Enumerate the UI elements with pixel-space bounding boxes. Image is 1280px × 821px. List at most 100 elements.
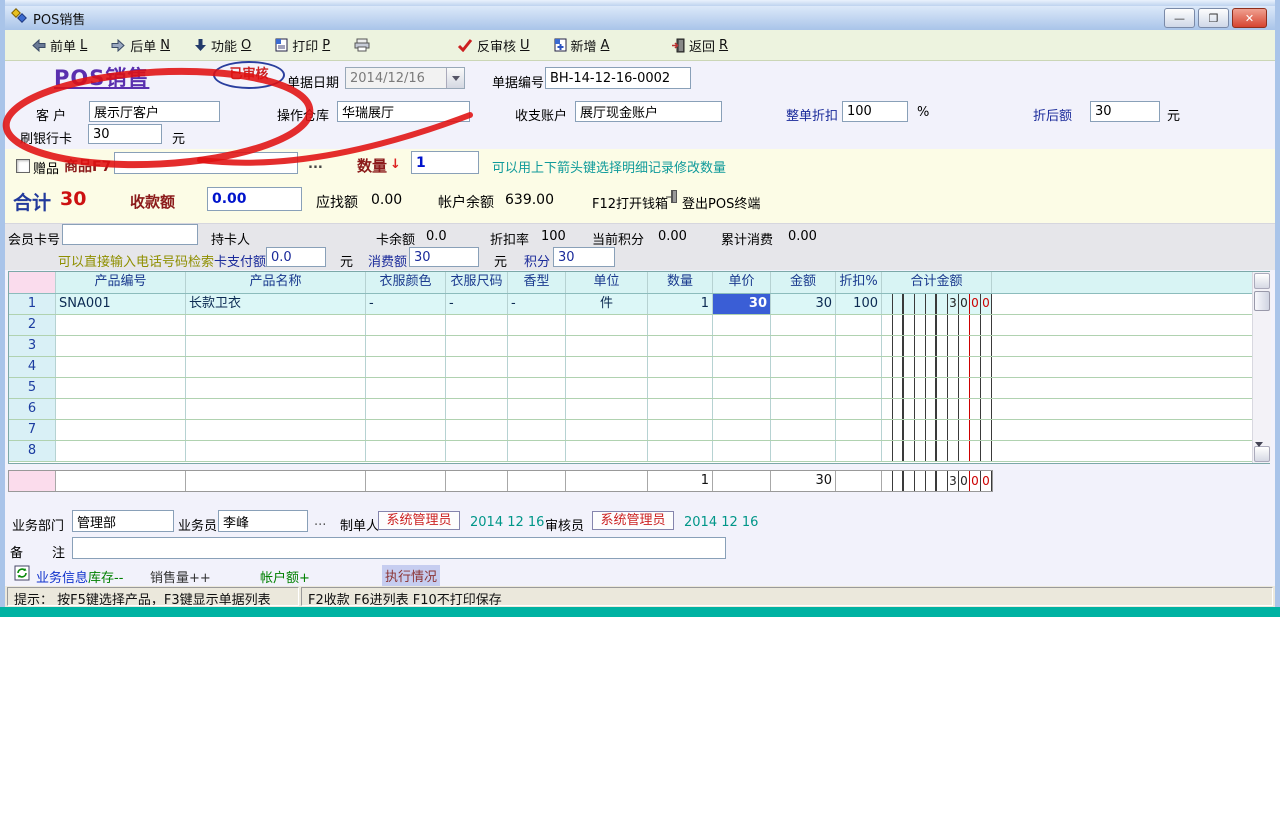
column-header-discount[interactable]: 折扣% [836, 272, 882, 293]
cell-no[interactable]: 5 [9, 378, 56, 398]
cell-color[interactable] [366, 441, 446, 461]
column-header-no[interactable] [9, 272, 56, 293]
scroll-thumb[interactable] [1254, 291, 1270, 311]
cell-price[interactable] [713, 378, 771, 398]
prev-doc-button[interactable]: 前单L [27, 33, 91, 58]
cell-name[interactable] [186, 357, 366, 377]
cell-color[interactable]: - [366, 294, 446, 314]
cell-discount[interactable] [836, 420, 882, 440]
table-row[interactable]: 5 [9, 378, 1269, 399]
received-input[interactable] [207, 187, 302, 211]
cell-scent[interactable] [508, 420, 566, 440]
qty-input[interactable] [411, 151, 479, 174]
cell-name[interactable] [186, 378, 366, 398]
column-header-scent[interactable]: 香型 [508, 272, 566, 293]
cell-scent[interactable] [508, 378, 566, 398]
cell-size[interactable] [446, 441, 508, 461]
cell-name[interactable] [186, 420, 366, 440]
cell-price[interactable] [713, 420, 771, 440]
account-input[interactable] [575, 101, 722, 122]
cell-color[interactable] [366, 315, 446, 335]
table-row[interactable]: 6 [9, 399, 1269, 420]
cell-amount[interactable] [771, 441, 836, 461]
cell-scent[interactable] [508, 441, 566, 461]
column-header-price[interactable]: 单价 [713, 272, 771, 293]
close-button[interactable]: ✕ [1232, 8, 1267, 28]
points-input[interactable] [553, 247, 615, 267]
cell-size[interactable] [446, 378, 508, 398]
cell-no[interactable]: 1 [9, 294, 56, 314]
cell-size[interactable]: - [446, 294, 508, 314]
column-header-unit[interactable]: 单位 [566, 272, 648, 293]
cell-code[interactable]: SNA001 [56, 294, 186, 314]
cell-price[interactable] [713, 357, 771, 377]
cell-qty[interactable] [648, 378, 713, 398]
cell-name[interactable]: 长款卫衣 [186, 294, 366, 314]
discounted-input[interactable] [1090, 101, 1160, 122]
cell-qty[interactable] [648, 315, 713, 335]
scroll-down-button[interactable] [1254, 446, 1270, 462]
cell-unit[interactable] [566, 420, 648, 440]
cell-size[interactable] [446, 336, 508, 356]
cell-no[interactable]: 4 [9, 357, 56, 377]
cell-qty[interactable]: 1 [648, 294, 713, 314]
sales-volume-link[interactable]: 销售量++ [150, 567, 211, 586]
cell-unit[interactable]: 件 [566, 294, 648, 314]
cell-amount[interactable] [771, 336, 836, 356]
cell-qty[interactable] [648, 420, 713, 440]
cell-code[interactable] [56, 357, 186, 377]
cell-scent[interactable] [508, 336, 566, 356]
table-row[interactable]: 7 [9, 420, 1269, 441]
doc-no-input[interactable] [545, 67, 691, 89]
execution-status-link[interactable]: 执行情况 [382, 565, 440, 586]
cell-color[interactable] [366, 420, 446, 440]
cell-color[interactable] [366, 357, 446, 377]
column-header-code[interactable]: 产品编号 [56, 272, 186, 293]
cell-amount[interactable] [771, 315, 836, 335]
cell-size[interactable] [446, 399, 508, 419]
cell-discount[interactable] [836, 357, 882, 377]
cell-size[interactable] [446, 357, 508, 377]
cell-code[interactable] [56, 441, 186, 461]
customer-input[interactable] [89, 101, 220, 122]
cell-price[interactable] [713, 399, 771, 419]
window-titlebar[interactable]: POS销售 — ❐ ✕ [5, 6, 1275, 30]
order-discount-input[interactable] [842, 101, 908, 122]
member-card-input[interactable] [62, 224, 198, 245]
return-button[interactable]: 返回R [667, 33, 732, 58]
cell-unit[interactable] [566, 378, 648, 398]
table-row[interactable]: 3 [9, 336, 1269, 357]
logout-pos-link[interactable]: 登出POS终端 [682, 193, 760, 212]
cell-scent[interactable]: - [508, 294, 566, 314]
gift-checkbox[interactable] [16, 159, 30, 173]
minimize-button[interactable]: — [1164, 8, 1195, 28]
card-pay-input[interactable] [266, 247, 326, 267]
account-amount-link[interactable]: 帐户额+ [260, 567, 310, 586]
cell-no[interactable]: 6 [9, 399, 56, 419]
column-header-name[interactable]: 产品名称 [186, 272, 366, 293]
cell-price[interactable] [713, 441, 771, 461]
column-header-total[interactable]: 合计金额 [882, 272, 992, 293]
cell-name[interactable] [186, 441, 366, 461]
cell-unit[interactable] [566, 399, 648, 419]
table-row[interactable]: 4 [9, 357, 1269, 378]
cell-amount[interactable] [771, 357, 836, 377]
cell-qty[interactable] [648, 399, 713, 419]
cell-discount[interactable] [836, 378, 882, 398]
doc-date-picker[interactable]: 2014/12/16 [345, 67, 465, 89]
column-header-qty[interactable]: 数量 [648, 272, 713, 293]
cell-discount[interactable] [836, 336, 882, 356]
cell-no[interactable]: 8 [9, 441, 56, 461]
cell-name[interactable] [186, 399, 366, 419]
cell-amount[interactable]: 30 [771, 294, 836, 314]
cell-scent[interactable] [508, 399, 566, 419]
cell-discount[interactable] [836, 399, 882, 419]
cell-color[interactable] [366, 399, 446, 419]
cell-amount[interactable] [771, 378, 836, 398]
cell-code[interactable] [56, 399, 186, 419]
cell-amount[interactable] [771, 420, 836, 440]
cell-qty[interactable] [648, 336, 713, 356]
printer-button[interactable] [350, 35, 374, 55]
cell-no[interactable]: 3 [9, 336, 56, 356]
cell-code[interactable] [56, 315, 186, 335]
